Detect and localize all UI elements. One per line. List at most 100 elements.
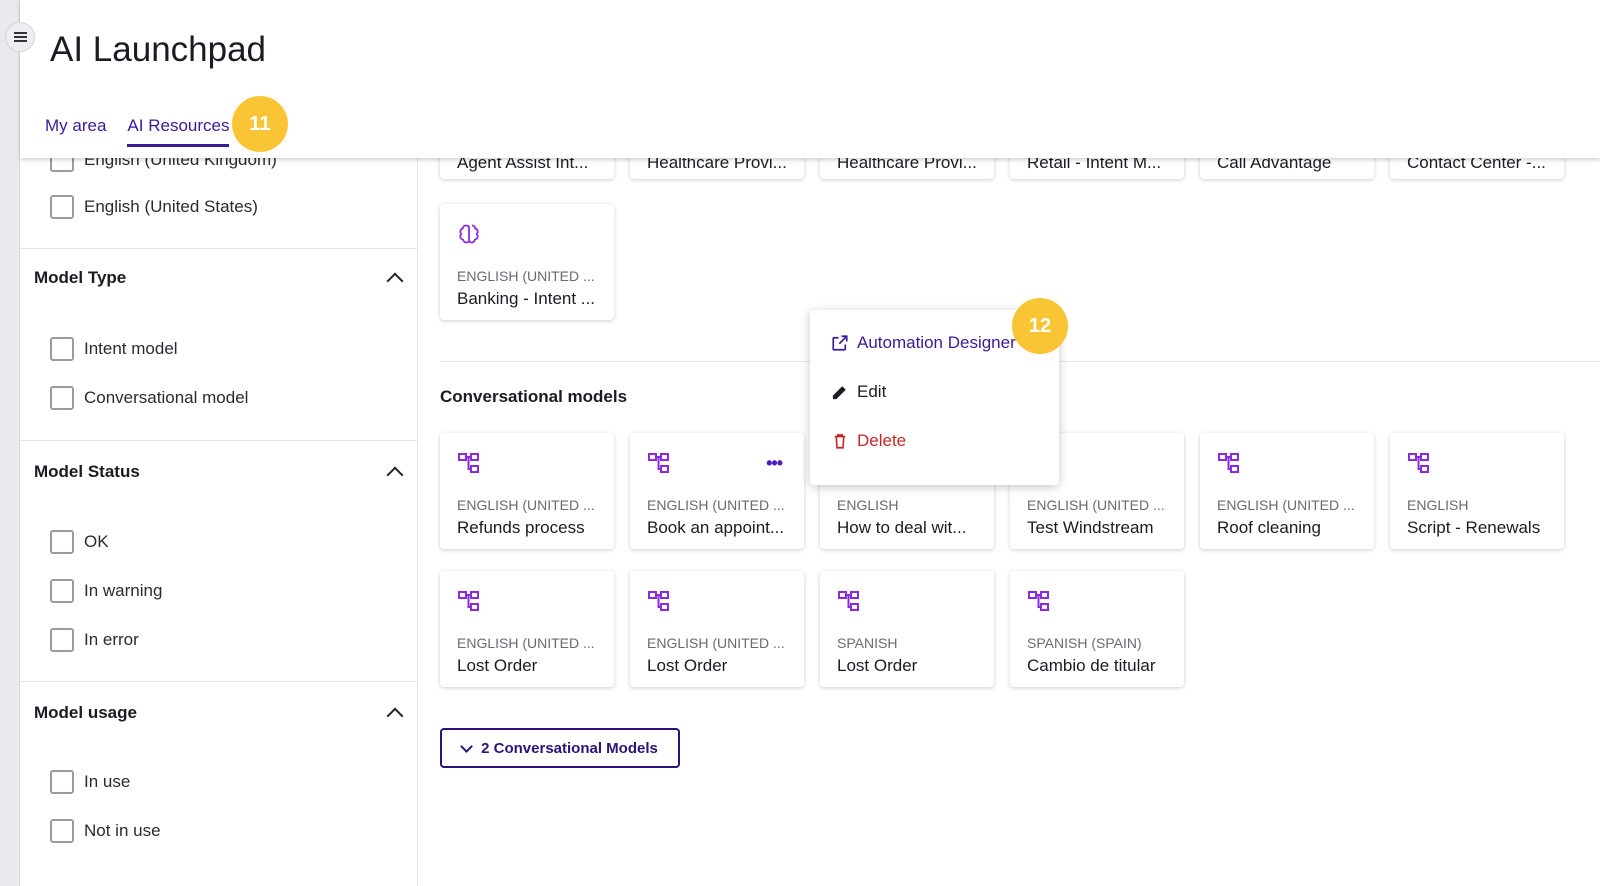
checkbox[interactable] <box>50 628 74 652</box>
flow-icon <box>838 591 859 611</box>
menu-item-label: Delete <box>857 431 907 450</box>
filter-option[interactable]: Not in use <box>50 819 161 843</box>
flow-icon <box>648 453 669 473</box>
model-card[interactable]: Healthcare Provi... <box>820 158 994 179</box>
menu-item-automation-designer[interactable]: Automation Designer <box>831 333 1016 353</box>
model-name: Agent Assist Int... <box>457 158 589 172</box>
checkbox[interactable] <box>50 530 74 554</box>
chevron-up-icon[interactable] <box>386 466 404 484</box>
model-name: Lost Order <box>837 656 918 675</box>
tab-my-area[interactable]: My area <box>45 116 106 147</box>
models-panel: Agent Assist Int... Healthcare Provi... … <box>418 158 1600 886</box>
flow-icon <box>458 591 479 611</box>
checkbox[interactable] <box>50 579 74 603</box>
filter-option-label: Not in use <box>84 821 161 840</box>
filter-option[interactable]: English (United Kingdom) <box>50 158 277 172</box>
menu-toggle-button[interactable] <box>5 22 35 52</box>
model-language: English (United ... <box>647 635 785 651</box>
model-language: Spanish <box>837 635 898 651</box>
model-card[interactable]: Spanish Lost Order <box>820 571 994 687</box>
filter-sidebar: English (United Kingdom) English (United… <box>20 158 418 886</box>
model-name: Call Advantage <box>1217 158 1332 172</box>
model-card[interactable]: Contact Center -... <box>1390 158 1564 179</box>
divider <box>20 440 417 441</box>
checkbox[interactable] <box>50 158 74 172</box>
page-title: AI Launchpad <box>50 30 267 69</box>
model-name: Book an appoint... <box>647 518 785 537</box>
model-name: Retail - Intent M... <box>1027 158 1162 172</box>
model-card[interactable]: Call Advantage <box>1200 158 1374 179</box>
show-more-conversational-button[interactable]: 2 Conversational Models <box>440 728 680 768</box>
filter-option-label: Intent model <box>84 339 178 358</box>
flow-icon <box>648 591 669 611</box>
model-card[interactable]: Agent Assist Int... <box>440 158 614 179</box>
filter-option-label: In warning <box>84 581 163 600</box>
model-card[interactable]: Retail - Intent M... <box>1010 158 1184 179</box>
model-card[interactable]: Spanish (Spain) Cambio de titular <box>1010 571 1184 687</box>
flow-icon <box>1218 453 1239 473</box>
filter-option[interactable]: Intent model <box>50 337 178 361</box>
model-card[interactable]: English (United ... Lost Order <box>440 571 614 687</box>
checkbox[interactable] <box>50 386 74 410</box>
model-name: Healthcare Provi... <box>647 158 787 172</box>
tab-ai-resources[interactable]: AI Resources <box>127 116 230 147</box>
filter-option[interactable]: Conversational model <box>50 386 248 410</box>
checkbox[interactable] <box>50 770 74 794</box>
model-language: English <box>837 497 899 513</box>
model-card[interactable]: English (United ... Roof cleaning <box>1200 433 1374 549</box>
checkbox[interactable] <box>50 819 74 843</box>
hamburger-icon <box>13 32 27 42</box>
model-language: English (United ... <box>457 497 595 513</box>
step-badge: 12 <box>1012 298 1068 354</box>
filter-option-label: In error <box>84 630 139 649</box>
model-language: English (United ... <box>457 635 595 651</box>
divider <box>20 681 417 682</box>
model-card[interactable]: English (United ... Banking - Intent ... <box>440 204 614 320</box>
section-title: Model Type <box>34 268 127 287</box>
model-type-header[interactable]: Model Type <box>34 268 404 290</box>
filter-option[interactable]: In warning <box>50 579 162 603</box>
model-card[interactable]: ••• English (United ... Book an appoint.… <box>630 433 804 549</box>
model-name: Lost Order <box>647 656 728 675</box>
menu-item-label: Automation Designer <box>857 333 1016 352</box>
filter-option-label: English (United States) <box>84 197 258 216</box>
model-card[interactable]: English Script - Renewals <box>1390 433 1564 549</box>
model-language: English (United ... <box>1027 497 1165 513</box>
show-more-label: 2 Conversational Models <box>481 739 658 757</box>
model-card[interactable]: English (United ... Refunds process <box>440 433 614 549</box>
model-card[interactable]: English (United ... Lost Order <box>630 571 804 687</box>
filter-option[interactable]: In use <box>50 770 130 794</box>
checkbox[interactable] <box>50 337 74 361</box>
model-status-header[interactable]: Model Status <box>34 462 404 484</box>
more-options-icon[interactable]: ••• <box>766 453 783 474</box>
filter-option-label: Conversational model <box>84 388 249 407</box>
model-name: Banking - Intent ... <box>457 289 595 308</box>
model-usage-header[interactable]: Model usage <box>34 703 404 725</box>
filter-option-label: OK <box>84 532 109 551</box>
model-language: Spanish (Spain) <box>1027 635 1142 651</box>
model-name: Lost Order <box>457 656 538 675</box>
menu-item-label: Edit <box>857 382 887 401</box>
model-name: Roof cleaning <box>1217 518 1321 537</box>
section-title: Model Status <box>34 462 140 481</box>
model-language: English (United ... <box>1217 497 1355 513</box>
model-name: How to deal wit... <box>837 518 967 537</box>
trash-icon <box>834 434 846 449</box>
tab-bar: My area AI Resources <box>45 116 230 147</box>
filter-option[interactable]: In error <box>50 628 139 652</box>
flow-icon <box>458 453 479 473</box>
section-title: Model usage <box>34 703 137 722</box>
model-name: Cambio de titular <box>1027 656 1156 675</box>
chevron-up-icon[interactable] <box>386 272 404 290</box>
checkbox[interactable] <box>50 195 74 219</box>
filter-option-label: In use <box>84 772 131 791</box>
menu-item-delete[interactable]: Delete <box>831 431 906 451</box>
left-rail <box>0 0 20 886</box>
filter-option[interactable]: OK <box>50 530 109 554</box>
chevron-up-icon[interactable] <box>386 707 404 725</box>
model-name: Test Windstream <box>1027 518 1154 537</box>
model-card[interactable]: Healthcare Provi... <box>630 158 804 179</box>
chevron-down-icon <box>460 739 474 753</box>
menu-item-edit[interactable]: Edit <box>831 382 886 402</box>
filter-option[interactable]: English (United States) <box>50 195 258 219</box>
